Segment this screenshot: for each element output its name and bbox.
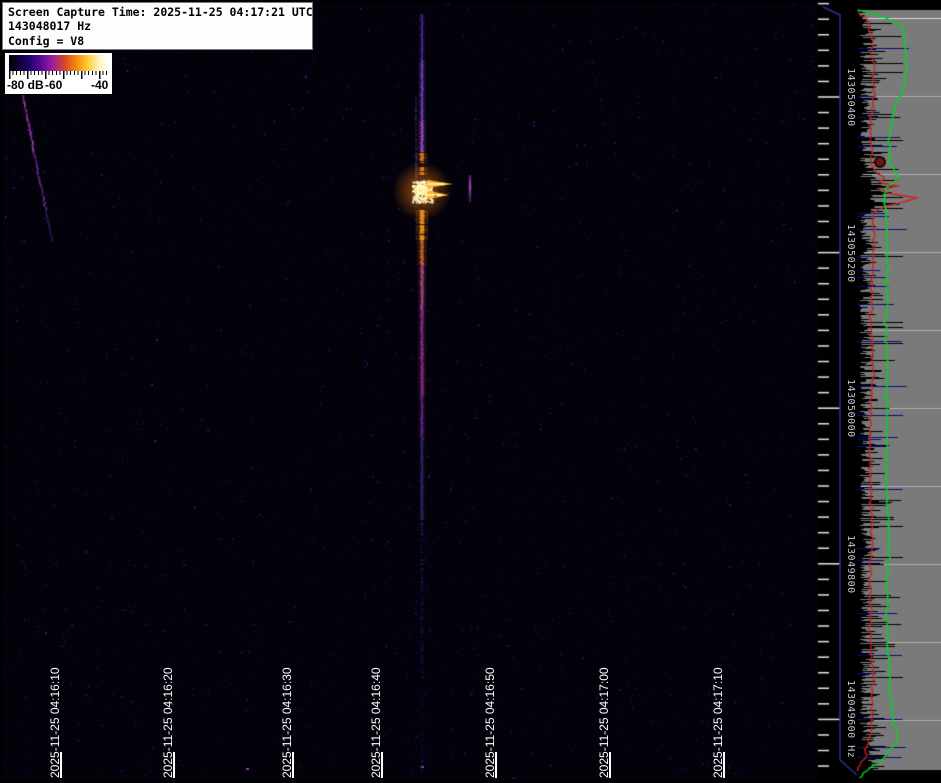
frequency-axis-label: 143050400 [844, 68, 856, 127]
time-axis-tick [609, 752, 611, 778]
capture-info-panel: Screen Capture Time: 2025-11-25 04:17:21… [2, 2, 313, 50]
time-axis-tick [173, 752, 175, 778]
time-axis-tick [723, 752, 725, 778]
time-axis-tick [381, 752, 383, 778]
capture-frequency-text: 143048017 Hz [8, 19, 307, 33]
waterfall-and-spectrum-canvas [0, 0, 941, 783]
time-axis-tick [495, 752, 497, 778]
time-axis-tick [292, 752, 294, 778]
colorbar-label-max: -40 [91, 78, 108, 92]
colorbar-label-mid: -60 [45, 78, 62, 92]
time-axis-tick [60, 752, 62, 778]
frequency-axis-label: 143049600 Hz [844, 680, 856, 758]
colorbar: -80 dB -60 -40 [5, 53, 112, 94]
colorbar-labels: -80 dB -60 -40 [7, 79, 110, 93]
capture-config-text: Config = V8 [8, 34, 307, 48]
screen-capture-window: Screen Capture Time: 2025-11-25 04:17:21… [0, 0, 941, 783]
colorbar-gradient [9, 55, 108, 71]
frequency-axis-label: 143050200 [844, 224, 856, 283]
frequency-axis-label: 143049800 [844, 535, 856, 594]
frequency-axis-label: 143050000 [844, 379, 856, 438]
colorbar-label-min: -80 dB [7, 78, 44, 92]
capture-time-text: Screen Capture Time: 2025-11-25 04:17:21… [8, 5, 307, 19]
